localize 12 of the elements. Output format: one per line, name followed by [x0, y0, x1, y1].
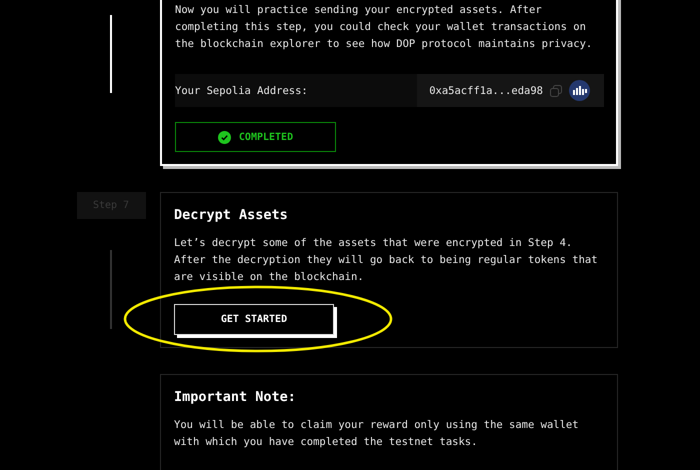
- card-description: You will be able to claim your reward only using the same wallet with which you have completed the testnet tasks.: [174, 418, 580, 450]
- completed-badge: COMPLETED: [175, 122, 336, 152]
- card-description: Let’s decrypt some of the assets that were encrypted in Step 4. After the decryption they will go back to being regular tokens that are visible on the blockchain.: [174, 236, 599, 285]
- copy-icon[interactable]: [550, 84, 562, 96]
- card-description: Now you will practice sending your encrypted assets. After completing this step, you could check your wallet transactions on the blockchain explorer to see how DOP protocol maintains privacy.: [175, 3, 594, 52]
- card-title: Decrypt Assets: [174, 207, 289, 223]
- avatar-icon: [569, 80, 590, 101]
- wallet-address: 0xa5acff1a...eda98: [429, 84, 543, 96]
- check-icon: [218, 130, 231, 144]
- address-label: Your Sepolia Address:: [175, 84, 308, 96]
- get-started-button[interactable]: GET STARTED: [174, 304, 334, 335]
- card-title: Important Note:: [174, 389, 297, 405]
